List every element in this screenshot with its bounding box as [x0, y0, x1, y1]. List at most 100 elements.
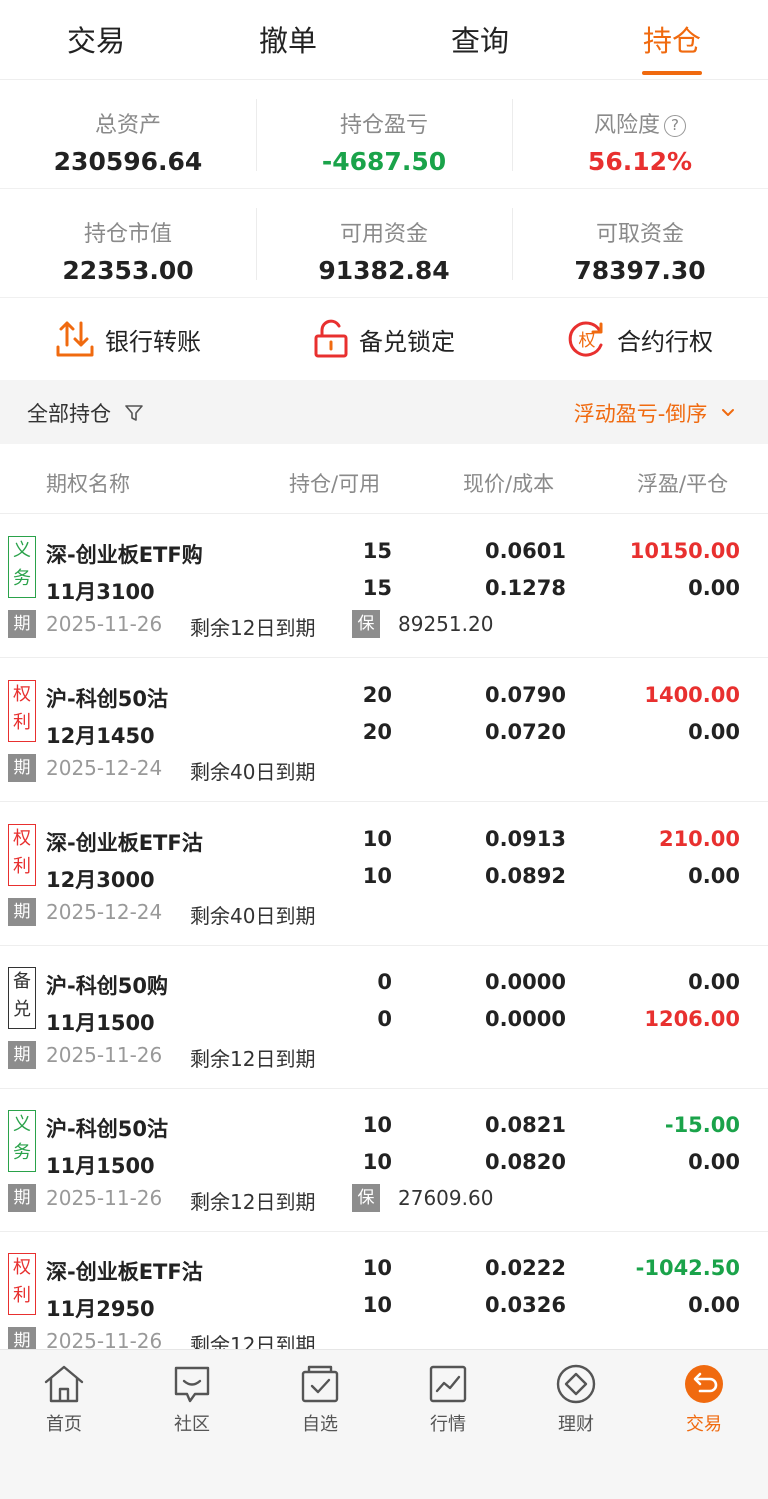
withdrawable-funds-value: 78397.30 [574, 256, 706, 285]
bottom-nav: 首页 社区 自选 行情 理财 交易 [0, 1349, 768, 1499]
type-badge: 义务 [8, 536, 36, 598]
table-row[interactable]: 备兑 沪-科创50购 11月1500 0 0 0.0000 0.0000 0.0… [0, 946, 768, 1089]
hold-qty: 10 [362, 827, 392, 851]
table-row[interactable]: 权利 深-创业板ETF沽 12月3000 10 10 0.0913 0.0892… [0, 803, 768, 946]
badge-char: 利 [13, 856, 31, 877]
cost-price: 0.0820 [484, 1150, 566, 1174]
covered-lock-label: 备兑锁定 [359, 327, 455, 356]
risk-degree-value: 56.12% [587, 147, 693, 176]
chevron-down-icon [722, 409, 734, 416]
days-remaining: 剩余40日到期 [190, 760, 316, 784]
nav-label: 社区 [174, 1414, 210, 1435]
avail-qty: 10 [362, 1150, 392, 1174]
total-assets: 总资产 230596.64 [0, 81, 256, 188]
floating-pnl: -15.00 [664, 1113, 740, 1137]
diamond-icon [556, 1364, 596, 1404]
all-positions-filter[interactable]: 全部持仓 [27, 398, 144, 428]
nav-community[interactable]: 社区 [128, 1350, 256, 1499]
current-price: 0.0000 [484, 970, 566, 994]
position-pnl-value: -4687.50 [321, 147, 447, 176]
unlock-icon [314, 319, 348, 358]
total-assets-value: 230596.64 [53, 147, 203, 176]
table-header: 期权名称 持仓/可用 现价/成本 浮盈/平仓 [0, 444, 768, 514]
expiry-tag: 期 [8, 754, 36, 782]
hold-qty: 0 [377, 970, 392, 994]
avail-qty: 0 [377, 1007, 392, 1031]
top-tabs: 交易 撤单 查询 持仓 [0, 0, 768, 80]
margin-tag: 保 [352, 610, 380, 638]
current-price: 0.0790 [484, 683, 566, 707]
nav-label: 自选 [302, 1414, 338, 1435]
nav-home[interactable]: 首页 [0, 1350, 128, 1499]
days-remaining: 剩余12日到期 [190, 1333, 316, 1349]
expiry-date: 2025-12-24 [46, 756, 163, 780]
quick-actions: 银行转账 备兑锁定 权 合约行权 [0, 299, 768, 379]
hold-qty: 10 [362, 1113, 392, 1137]
badge-char: 备 [13, 971, 31, 992]
sort-dropdown[interactable]: 浮动盈亏-倒序 [574, 398, 736, 428]
bank-transfer-button[interactable]: 银行转账 [0, 299, 256, 379]
nav-label: 理财 [558, 1414, 594, 1435]
summary-row-2: 持仓市值 22353.00 可用资金 91382.84 可取资金 78397.3… [0, 190, 768, 298]
close-pnl: 0.00 [688, 720, 740, 744]
floating-pnl: -1042.50 [635, 1256, 740, 1280]
help-icon[interactable]: ? [664, 115, 686, 137]
option-strike: 11月2950 [46, 1297, 155, 1321]
tab-query[interactable]: 查询 [384, 0, 576, 79]
days-remaining: 剩余12日到期 [190, 1190, 316, 1214]
margin-value: 27609.60 [398, 1186, 494, 1210]
cost-price: 0.0000 [484, 1007, 566, 1031]
all-positions-label: 全部持仓 [27, 402, 111, 426]
tab-positions[interactable]: 持仓 [576, 0, 768, 79]
option-strike: 12月3000 [46, 868, 155, 892]
position-pnl-label: 持仓盈亏 [339, 113, 428, 138]
close-pnl: 0.00 [688, 576, 740, 600]
hold-qty: 10 [362, 1256, 392, 1280]
cost-price: 0.1278 [484, 576, 566, 600]
summary-row-1: 总资产 230596.64 持仓盈亏 -4687.50 风险度? 56.12% [0, 81, 768, 189]
hold-qty: 20 [362, 683, 392, 707]
floating-pnl: 10150.00 [629, 539, 740, 563]
withdrawable-funds-label: 可取资金 [595, 222, 684, 247]
tab-trade[interactable]: 交易 [0, 0, 192, 79]
exercise-button[interactable]: 权 合约行权 [512, 299, 768, 379]
tab-cancel-order[interactable]: 撤单 [192, 0, 384, 79]
nav-market[interactable]: 行情 [384, 1350, 512, 1499]
current-price: 0.0913 [484, 827, 566, 851]
nav-watchlist[interactable]: 自选 [256, 1350, 384, 1499]
market-value-label: 持仓市值 [83, 222, 172, 247]
option-strike: 11月1500 [46, 1154, 155, 1178]
option-name: 深-创业板ETF沽 [46, 831, 203, 855]
expiry-date: 2025-12-24 [46, 900, 163, 924]
market-value-value: 22353.00 [62, 256, 194, 285]
risk-degree-label-wrap: 风险度? [512, 107, 768, 139]
close-pnl: 0.00 [688, 864, 740, 888]
nav-wealth[interactable]: 理财 [512, 1350, 640, 1499]
avail-qty: 10 [362, 864, 392, 888]
badge-char: 义 [13, 1114, 31, 1135]
option-name: 沪-科创50沽 [46, 1117, 168, 1141]
table-row[interactable]: 义务 深-创业板ETF购 11月3100 15 15 0.0601 0.1278… [0, 515, 768, 658]
table-row[interactable]: 权利 深-创业板ETF沽 11月2950 10 10 0.0222 0.0326… [0, 1232, 768, 1349]
margin-value: 89251.20 [398, 612, 494, 636]
expiry-tag: 期 [8, 1327, 36, 1349]
home-icon [44, 1365, 84, 1403]
table-row[interactable]: 权利 沪-科创50沽 12月1450 20 20 0.0790 0.0720 1… [0, 659, 768, 802]
nav-trade[interactable]: 交易 [640, 1350, 768, 1499]
bank-transfer-label: 银行转账 [105, 327, 201, 356]
sort-label: 浮动盈亏-倒序 [573, 402, 708, 426]
nav-label: 首页 [46, 1414, 82, 1435]
available-funds: 可用资金 91382.84 [256, 190, 512, 297]
expiry-tag: 期 [8, 1184, 36, 1212]
header-pnl: 浮盈/平仓 [637, 472, 729, 496]
table-row[interactable]: 义务 沪-科创50沽 11月1500 10 10 0.0821 0.0820 -… [0, 1089, 768, 1232]
filter-icon [124, 405, 143, 421]
position-pnl: 持仓盈亏 -4687.50 [256, 81, 512, 188]
option-strike: 11月3100 [46, 580, 155, 604]
floating-pnl: 1400.00 [644, 683, 740, 707]
covered-lock-button[interactable]: 备兑锁定 [256, 299, 512, 379]
avail-qty: 15 [362, 576, 392, 600]
option-name: 沪-科创50购 [46, 974, 168, 998]
cost-price: 0.0326 [484, 1293, 566, 1317]
close-pnl: 1206.00 [644, 1007, 740, 1031]
